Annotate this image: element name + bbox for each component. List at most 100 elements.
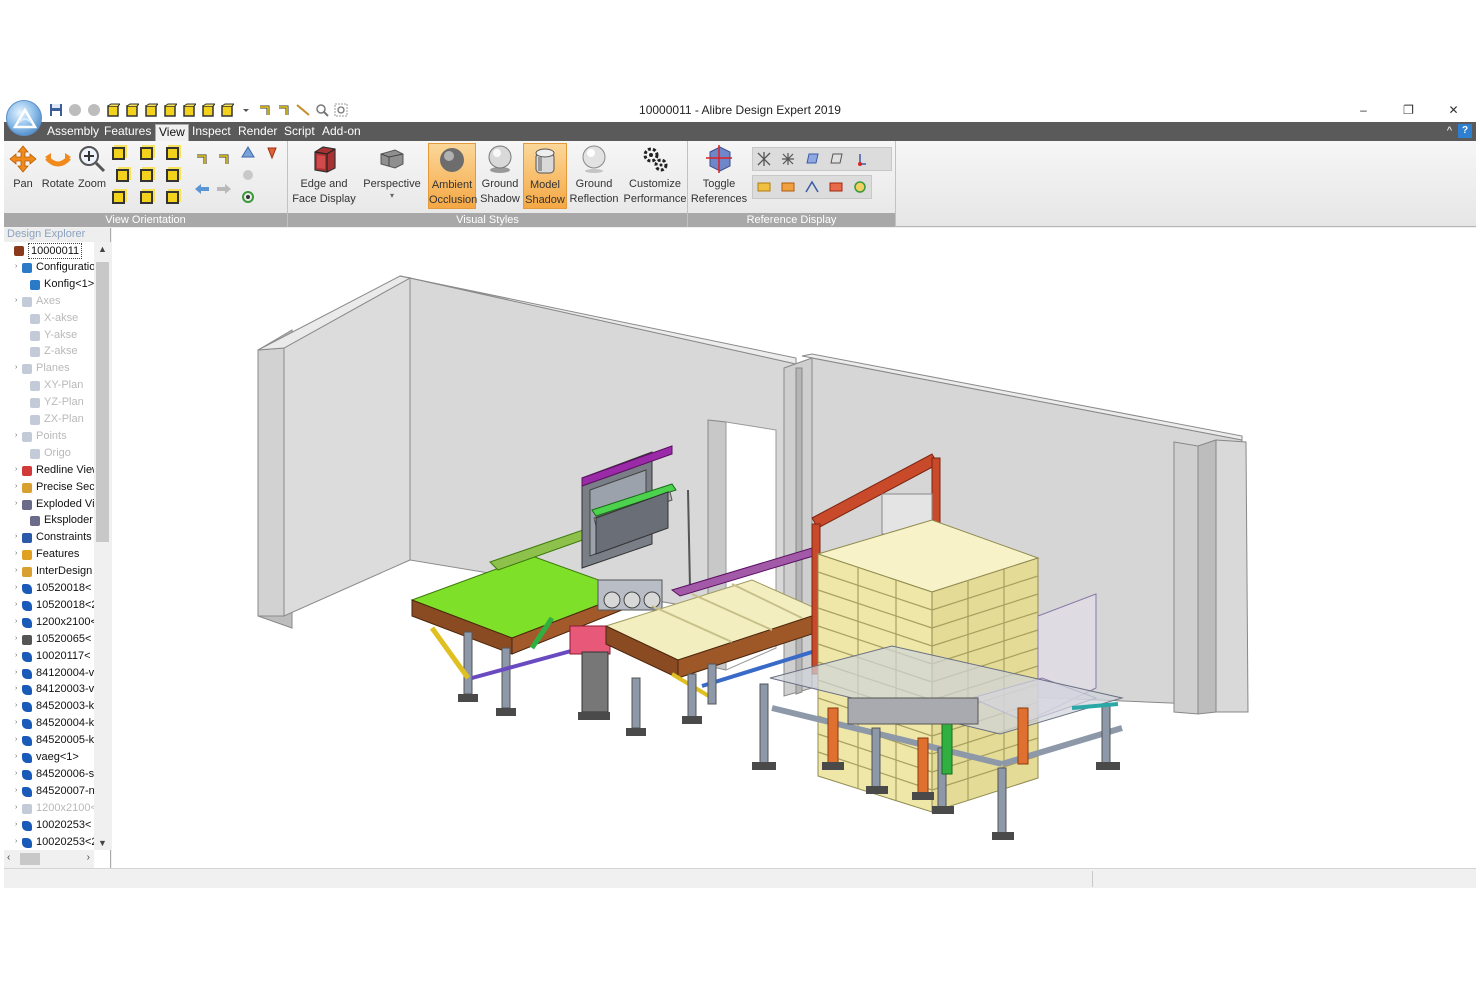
expand-toggle-icon[interactable]: › (15, 466, 19, 473)
expand-toggle-icon[interactable]: › (15, 533, 19, 540)
3d-viewport[interactable] (112, 228, 1476, 868)
tree-vertical-scrollbar[interactable]: ▲ ▼ (94, 242, 111, 850)
ambient-occlusion-button[interactable]: Ambient Occlusion (428, 143, 477, 209)
tree-item[interactable]: › Configuratio (4, 259, 94, 276)
tree-item[interactable]: › Axes (4, 293, 94, 310)
tree-item[interactable]: › 10520018< (4, 580, 94, 597)
tab-inspect[interactable]: Inspect (189, 124, 234, 140)
previous-view-icon[interactable] (194, 181, 210, 197)
show-origin-icon[interactable] (852, 151, 868, 167)
expand-toggle-icon[interactable]: › (15, 432, 19, 439)
tree-item[interactable]: › 84520003-k (4, 698, 94, 715)
expand-toggle-icon[interactable]: › (15, 804, 19, 811)
tree-item[interactable]: › 84520006-s (4, 766, 94, 783)
tree-item[interactable]: X-akse (4, 310, 94, 327)
next-view-icon[interactable] (216, 181, 232, 197)
tab-view[interactable]: View (155, 124, 189, 141)
expand-toggle-icon[interactable]: › (15, 753, 19, 760)
tree-item[interactable]: XY-Plan (4, 377, 94, 394)
expand-toggle-icon[interactable]: › (15, 297, 19, 304)
collapse-ribbon-button[interactable]: ^ (1447, 125, 1452, 137)
tree-item[interactable]: › vaeg<1> (4, 749, 94, 766)
tree-item[interactable]: › Redline View (4, 462, 94, 479)
expand-toggle-icon[interactable]: › (15, 567, 19, 574)
expand-toggle-icon[interactable]: › (15, 669, 19, 676)
tree-item[interactable]: › 84520005-k (4, 732, 94, 749)
restore-button[interactable]: ❐ (1386, 98, 1431, 122)
edge-face-display-button[interactable]: Edge and Face Display (290, 143, 358, 207)
perspective-dropdown-icon[interactable]: ▾ (360, 192, 424, 200)
ground-reflection-button[interactable]: Ground Reflection (568, 143, 620, 207)
expand-toggle-icon[interactable]: › (15, 719, 19, 726)
front-view-icon[interactable] (110, 145, 126, 161)
tree-item[interactable]: › Planes (4, 360, 94, 377)
ground-shadow-button[interactable]: Ground Shadow (478, 143, 522, 207)
tree-item[interactable]: Y-akse (4, 327, 94, 344)
tab-add-on[interactable]: Add-on (319, 124, 364, 140)
bottom-view-icon[interactable] (164, 167, 180, 183)
tree-horizontal-scrollbar[interactable]: ‹ › (4, 850, 94, 868)
tree-item[interactable]: › 1200x2100< (4, 800, 94, 817)
customize-performance-button[interactable]: Customize Performance (622, 143, 688, 207)
tree-item[interactable]: › 84120003-v (4, 681, 94, 698)
spin-view-icon[interactable] (240, 189, 256, 205)
tree-item[interactable]: › 10020253<2 (4, 834, 94, 851)
tree-item[interactable]: YZ-Plan (4, 394, 94, 411)
tab-render[interactable]: Render (235, 124, 280, 140)
tree-item[interactable]: › 10520018<2 (4, 597, 94, 614)
expand-toggle-icon[interactable]: › (15, 787, 19, 794)
isometric-view-icon[interactable] (110, 189, 126, 205)
tree-item[interactable]: › InterDesign (4, 563, 94, 580)
tree-item[interactable]: › 84520007-n (4, 783, 94, 800)
tree-item[interactable]: 10000011 (4, 242, 94, 259)
show-dimensions-icon[interactable] (780, 179, 796, 195)
show-planes-icon[interactable] (804, 151, 820, 167)
scroll-down-arrow-icon[interactable]: ▼ (98, 838, 107, 848)
right-view-icon[interactable] (114, 167, 130, 183)
show-axes-icon[interactable] (756, 151, 772, 167)
expand-toggle-icon[interactable]: › (15, 685, 19, 692)
show-threads-icon[interactable] (852, 179, 868, 195)
show-sketches-icon[interactable] (828, 151, 844, 167)
tree-item[interactable]: › Features (4, 546, 94, 563)
expand-toggle-icon[interactable]: › (15, 770, 19, 777)
zoom-button[interactable]: Zoom (75, 143, 109, 192)
tree-item[interactable]: › Constraints (4, 529, 94, 546)
tab-assembly[interactable]: Assembly (44, 124, 102, 140)
top-view-icon[interactable] (138, 167, 154, 183)
orient-by-icon[interactable] (240, 167, 256, 183)
rotate-90-right-icon[interactable] (216, 151, 232, 167)
show-constraints-icon[interactable] (756, 179, 772, 195)
tree-horizontal-scroll-thumb[interactable] (20, 853, 40, 865)
tree-item[interactable]: › 10520065< (4, 631, 94, 648)
tree-item[interactable]: Eksploder (4, 512, 94, 529)
assembly-model-render[interactable] (112, 228, 1476, 868)
expand-toggle-icon[interactable]: › (15, 601, 19, 608)
tree-item[interactable]: ZX-Plan (4, 411, 94, 428)
back-view-icon[interactable] (138, 145, 154, 161)
tree-item[interactable]: Origo (4, 445, 94, 462)
expand-toggle-icon[interactable]: › (15, 263, 19, 270)
tree-item[interactable]: › Exploded Vi (4, 496, 94, 513)
scroll-up-arrow-icon[interactable]: ▲ (98, 244, 107, 254)
expand-toggle-icon[interactable]: › (15, 364, 19, 371)
tree-item[interactable]: › 84120004-v (4, 665, 94, 682)
expand-toggle-icon[interactable]: › (15, 483, 19, 490)
tree-item[interactable]: › 1200x2100< (4, 614, 94, 631)
perspective-button[interactable]: Perspective ▾ (360, 143, 424, 200)
tree-item[interactable]: › 10020117< (4, 648, 94, 665)
help-button[interactable]: ? (1458, 124, 1472, 138)
fit-selection-icon[interactable] (264, 145, 280, 161)
rotate-button[interactable]: Rotate (40, 143, 76, 192)
expand-toggle-icon[interactable]: › (15, 736, 19, 743)
show-annotations-icon[interactable] (804, 179, 820, 195)
expand-toggle-icon[interactable]: › (15, 838, 19, 845)
scroll-right-arrow-icon[interactable]: › (87, 852, 90, 863)
tab-script[interactable]: Script (281, 124, 318, 140)
expand-toggle-icon[interactable]: › (15, 635, 19, 642)
tree-item[interactable]: › 84520004-k (4, 715, 94, 732)
expand-toggle-icon[interactable]: › (15, 618, 19, 625)
tab-features[interactable]: Features (101, 124, 154, 140)
tree-vertical-scroll-thumb[interactable] (96, 262, 109, 542)
minimize-button[interactable]: – (1341, 98, 1386, 122)
